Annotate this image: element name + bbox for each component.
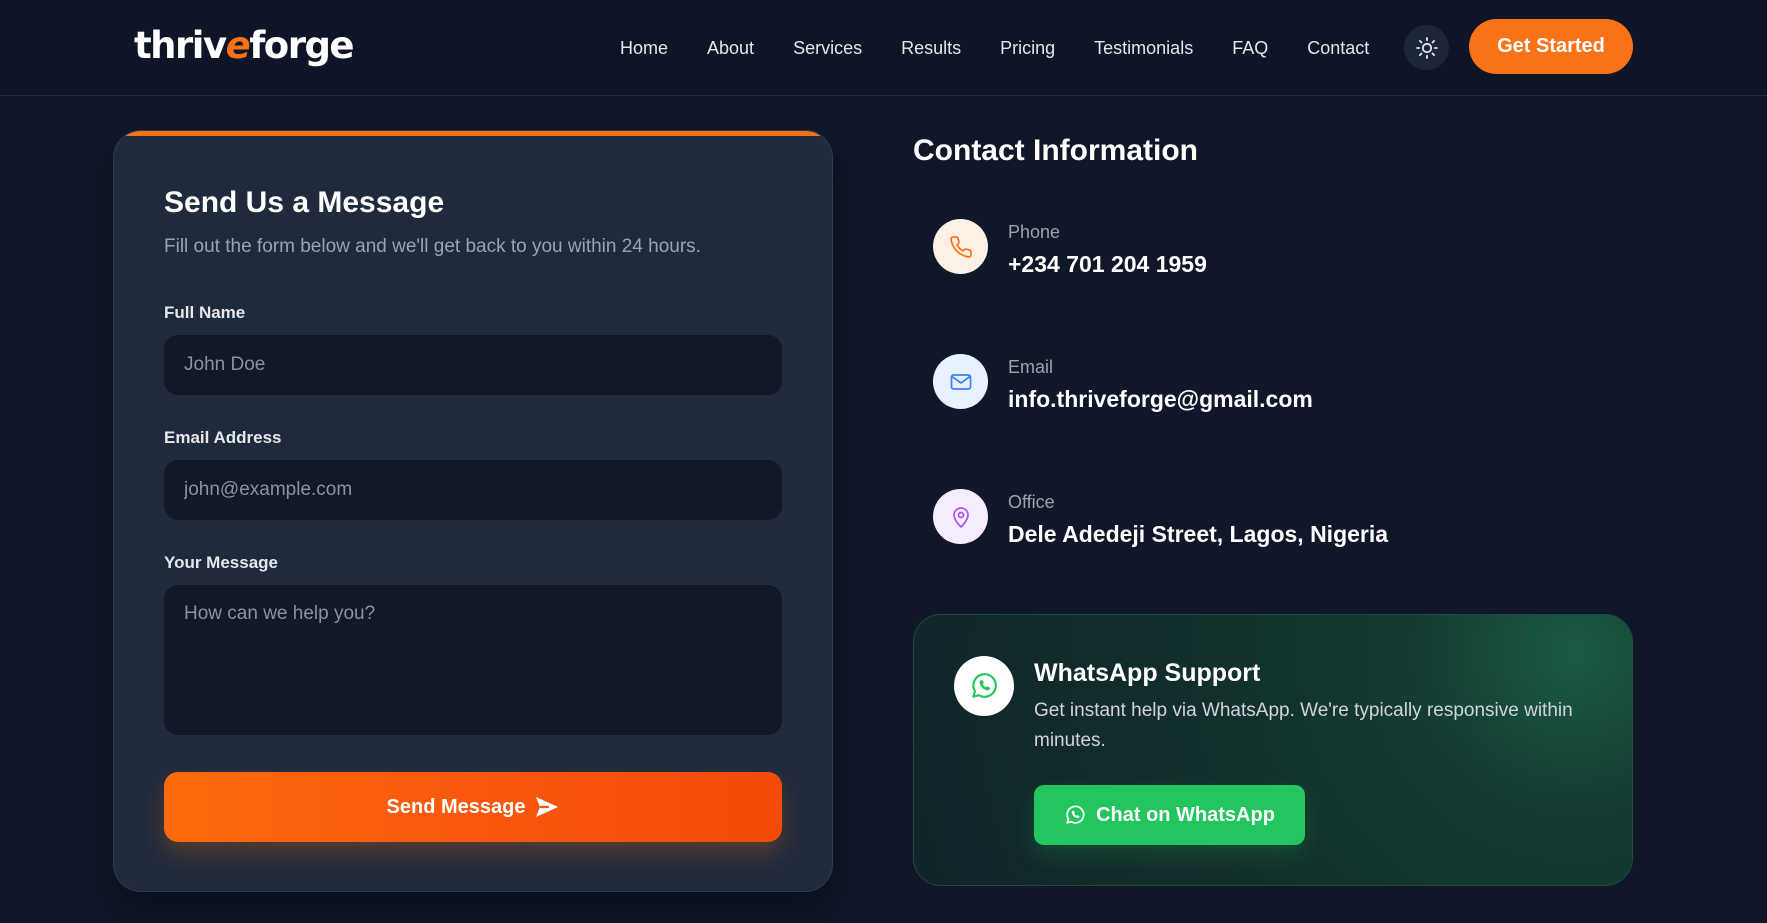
whatsapp-title: WhatsApp Support [1034,659,1261,687]
nav-link-about[interactable]: About [707,34,754,62]
email-label: Email Address [164,428,282,447]
nav-link-testimonials[interactable]: Testimonials [1094,34,1193,62]
email-info-label: Email [1008,357,1054,377]
message-label: Your Message [164,553,279,572]
form-title: Send Us a Message [164,186,445,219]
office-label: Office [1008,492,1055,512]
nav-link-home[interactable]: Home [620,34,668,62]
theme-toggle-button[interactable] [1404,25,1449,70]
send-message-label: Send Message [386,795,526,818]
get-started-button[interactable]: Get Started [1469,19,1633,74]
phone-value[interactable]: +234 701 204 1959 [1008,248,1207,280]
logo-text-end: forge [249,24,354,67]
mail-icon [950,373,971,390]
contact-info-title: Contact Information [913,134,1198,167]
phone-icon-badge [933,219,988,274]
whatsapp-button-icon [1066,805,1085,824]
map-pin-icon [952,506,969,528]
nav-link-services[interactable]: Services [793,34,862,62]
office-value: Dele Adedeji Street, Lagos, Nigeria [1008,521,1389,547]
email-info-value[interactable]: info.thriveforge@gmail.com [1008,383,1313,415]
navbar: thriveforge Home About Services Results … [0,0,1767,96]
contact-form-card: Send Us a Message Fill out the form belo… [113,130,833,892]
chat-on-whatsapp-label: Chat on WhatsApp [1096,803,1275,826]
map-pin-icon-badge [933,489,988,544]
logo-text-accent: e [225,24,251,67]
nav-links: Home About Services Results Pricing Test… [620,34,1408,62]
mail-icon-badge [933,354,988,409]
whatsapp-support-card: WhatsApp Support Get instant help via Wh… [913,614,1633,886]
whatsapp-icon [972,673,997,698]
nav-link-faq[interactable]: FAQ [1232,34,1268,62]
phone-label: Phone [1008,222,1061,242]
nav-link-results[interactable]: Results [901,34,961,62]
phone-icon [949,235,972,258]
brand-logo[interactable]: thriveforge [134,22,355,70]
send-message-button[interactable]: Send Message [164,772,782,842]
email-input[interactable] [164,460,782,520]
logo-text-start: thriv [134,24,227,67]
full-name-label: Full Name [164,303,246,322]
form-subtitle: Fill out the form below and we'll get ba… [164,236,701,257]
card-accent-bar [114,131,832,136]
send-icon [536,797,559,817]
sun-icon [1415,36,1438,59]
message-textarea[interactable] [164,585,782,735]
full-name-input[interactable] [164,335,782,395]
chat-on-whatsapp-button[interactable]: Chat on WhatsApp [1034,785,1305,845]
nav-link-contact[interactable]: Contact [1307,34,1369,62]
whatsapp-description: Get instant help via WhatsApp. We're typ… [1034,700,1573,751]
nav-link-pricing[interactable]: Pricing [1000,34,1055,62]
whatsapp-icon-badge [954,656,1014,716]
